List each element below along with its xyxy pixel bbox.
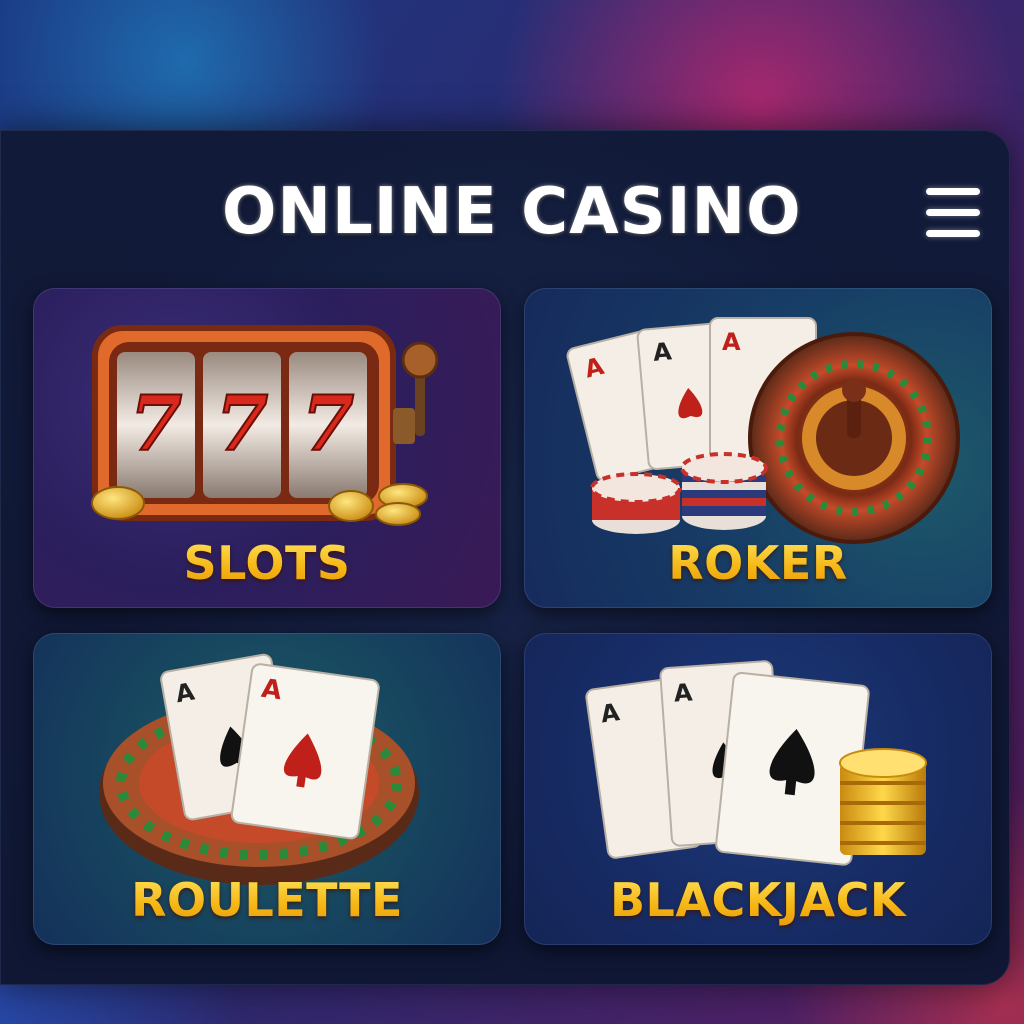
card-rank: A [652, 337, 673, 367]
slot-reel-symbol: 7 [216, 379, 269, 468]
menu-bar-middle [926, 209, 980, 216]
card-rank: A [673, 678, 694, 707]
menu-bar-bottom [926, 230, 980, 237]
game-label-roker: ROKER [524, 536, 992, 590]
hamburger-menu-button[interactable] [922, 184, 984, 240]
card-rank: A [259, 674, 283, 707]
slot-reel-symbol: 7 [130, 379, 183, 468]
coin-stack [839, 748, 927, 855]
game-tile-roulette[interactable]: A A ROULETTE [33, 633, 501, 945]
page-title: ONLINE CASINO [222, 175, 802, 249]
poker-chip-stack [590, 472, 682, 534]
game-tile-roker[interactable]: A A A ROKER [524, 288, 992, 608]
game-tile-slots[interactable]: 7 7 7 SLOTS [33, 288, 501, 608]
game-tile-blackjack[interactable]: A A BLACKJACK [524, 633, 992, 945]
slot-lever-knob [401, 341, 439, 379]
slot-reel-symbol: 7 [302, 379, 355, 468]
menu-bar-top [926, 188, 980, 195]
card-rank: A [722, 328, 741, 356]
poker-chip-stack [680, 452, 768, 530]
game-label-blackjack: BLACKJACK [524, 873, 992, 927]
game-label-roulette: ROULETTE [33, 873, 501, 927]
game-label-slots: SLOTS [33, 536, 501, 590]
